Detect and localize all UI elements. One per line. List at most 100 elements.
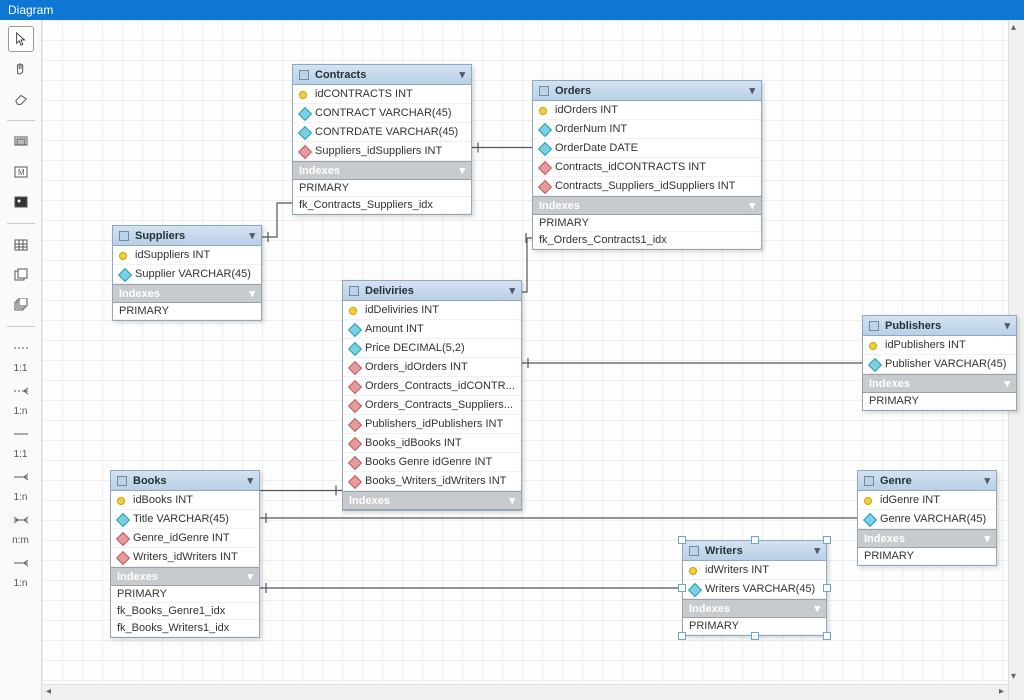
index-row[interactable]: fk_Contracts_Suppliers_idx — [293, 197, 471, 214]
chevron-down-icon[interactable]: ▾ — [249, 287, 255, 300]
selection-handle[interactable] — [678, 536, 686, 544]
entity-suppliers[interactable]: Suppliers▾idSuppliers INTSupplier VARCHA… — [112, 225, 262, 321]
column-row[interactable]: Price DECIMAL(5,2) — [343, 339, 521, 358]
entity-header[interactable]: Publishers▾ — [863, 316, 1016, 336]
entity-orders[interactable]: Orders▾idOrders INTOrderNum INTOrderDate… — [532, 80, 762, 250]
index-row[interactable]: PRIMARY — [863, 393, 1016, 410]
column-row[interactable]: idSuppliers INT — [113, 246, 261, 265]
column-row[interactable]: idBooks INT — [111, 491, 259, 510]
stack-tool[interactable] — [8, 292, 34, 318]
chevron-down-icon[interactable]: ▾ — [984, 474, 990, 487]
rel-1-n-solid-tool[interactable] — [8, 464, 34, 490]
indexes-section[interactable]: Indexes▾ — [113, 284, 261, 303]
indexes-section[interactable]: Indexes▾ — [858, 529, 996, 548]
chevron-down-icon[interactable]: ▾ — [814, 602, 820, 615]
column-row[interactable]: Orders_idOrders INT — [343, 358, 521, 377]
column-row[interactable]: Suppliers_idSuppliers INT — [293, 142, 471, 161]
index-row[interactable]: fk_Books_Genre1_idx — [111, 603, 259, 620]
index-row[interactable]: PRIMARY — [533, 215, 761, 232]
entity-header[interactable]: Deliviries▾ — [343, 281, 521, 301]
chevron-down-icon[interactable]: ▾ — [247, 570, 253, 583]
entity-header[interactable]: Genre▾ — [858, 471, 996, 491]
layer-tool[interactable] — [8, 129, 34, 155]
selection-handle[interactable] — [823, 632, 831, 640]
column-row[interactable]: Writers VARCHAR(45) — [683, 580, 826, 599]
scroll-left-icon[interactable]: ◂ — [46, 686, 51, 697]
entity-header[interactable]: Writers▾ — [683, 541, 826, 561]
column-row[interactable]: idPublishers INT — [863, 336, 1016, 355]
grid-tool[interactable] — [8, 232, 34, 258]
column-row[interactable]: idOrders INT — [533, 101, 761, 120]
column-row[interactable]: Writers_idWriters INT — [111, 548, 259, 567]
chevron-down-icon[interactable]: ▾ — [749, 84, 755, 97]
column-row[interactable]: Orders_Contracts_idCONTR... — [343, 377, 521, 396]
entity-publishers[interactable]: Publishers▾idPublishers INTPublisher VAR… — [862, 315, 1017, 411]
column-row[interactable]: Books Genre idGenre INT — [343, 453, 521, 472]
note-tool[interactable]: M — [8, 159, 34, 185]
indexes-section[interactable]: Indexes▾ — [293, 161, 471, 180]
column-row[interactable]: Amount INT — [343, 320, 521, 339]
column-row[interactable]: CONTRACT VARCHAR(45) — [293, 104, 471, 123]
selection-handle[interactable] — [751, 536, 759, 544]
eraser-tool[interactable] — [8, 86, 34, 112]
column-row[interactable]: idWriters INT — [683, 561, 826, 580]
image-tool[interactable] — [8, 189, 34, 215]
column-row[interactable]: Genre_idGenre INT — [111, 529, 259, 548]
rel-n-m-tool[interactable] — [8, 507, 34, 533]
duplicate-tool[interactable] — [8, 262, 34, 288]
index-row[interactable]: PRIMARY — [111, 586, 259, 603]
entity-header[interactable]: Contracts▾ — [293, 65, 471, 85]
column-row[interactable]: idGenre INT — [858, 491, 996, 510]
scroll-up-icon[interactable]: ▴ — [1011, 22, 1016, 33]
chevron-down-icon[interactable]: ▾ — [249, 229, 255, 242]
chevron-down-icon[interactable]: ▾ — [509, 284, 515, 297]
scroll-down-icon[interactable]: ▾ — [1011, 671, 1016, 682]
index-row[interactable]: PRIMARY — [113, 303, 261, 320]
selection-handle[interactable] — [678, 584, 686, 592]
index-row[interactable]: PRIMARY — [293, 180, 471, 197]
chevron-down-icon[interactable]: ▾ — [459, 164, 465, 177]
entity-writers[interactable]: Writers▾idWriters INTWriters VARCHAR(45)… — [682, 540, 827, 636]
chevron-down-icon[interactable]: ▾ — [1004, 319, 1010, 332]
indexes-section[interactable]: Indexes▾ — [863, 374, 1016, 393]
index-row[interactable]: fk_Orders_Contracts1_idx — [533, 232, 761, 249]
rel-1-1-solid-tool[interactable] — [8, 421, 34, 447]
selection-handle[interactable] — [751, 632, 759, 640]
column-row[interactable]: Supplier VARCHAR(45) — [113, 265, 261, 284]
chevron-down-icon[interactable]: ▾ — [1004, 377, 1010, 390]
pointer-tool[interactable] — [8, 26, 34, 52]
chevron-down-icon[interactable]: ▾ — [247, 474, 253, 487]
column-row[interactable]: idCONTRACTS INT — [293, 85, 471, 104]
scroll-right-icon[interactable]: ▸ — [999, 686, 1004, 697]
chevron-down-icon[interactable]: ▾ — [814, 544, 820, 557]
column-row[interactable]: Contracts_Suppliers_idSuppliers INT — [533, 177, 761, 196]
rel-1-n-alt-tool[interactable] — [8, 550, 34, 576]
indexes-section[interactable]: Indexes▾ — [111, 567, 259, 586]
indexes-section[interactable]: Indexes▾ — [683, 599, 826, 618]
entity-genre[interactable]: Genre▾idGenre INTGenre VARCHAR(45)Indexe… — [857, 470, 997, 566]
chevron-down-icon[interactable]: ▾ — [509, 494, 515, 507]
column-row[interactable]: Genre VARCHAR(45) — [858, 510, 996, 529]
selection-handle[interactable] — [823, 584, 831, 592]
column-row[interactable]: CONTRDATE VARCHAR(45) — [293, 123, 471, 142]
diagram-canvas[interactable]: ▴ ▾ ◂ ▸ Suppliers▾idSuppliers INTSupplie… — [42, 20, 1024, 700]
rel-1-1-tool[interactable] — [8, 335, 34, 361]
column-row[interactable]: Contracts_idCONTRACTS INT — [533, 158, 761, 177]
hand-tool[interactable] — [8, 56, 34, 82]
horizontal-scrollbar[interactable]: ◂ ▸ — [42, 684, 1008, 700]
chevron-down-icon[interactable]: ▾ — [459, 68, 465, 81]
entity-header[interactable]: Orders▾ — [533, 81, 761, 101]
entity-books[interactable]: Books▾idBooks INTTitle VARCHAR(45)Genre_… — [110, 470, 260, 638]
indexes-section[interactable]: Indexes▾ — [343, 491, 521, 510]
column-row[interactable]: Books_Writers_idWriters INT — [343, 472, 521, 491]
column-row[interactable]: Publishers_idPublishers INT — [343, 415, 521, 434]
selection-handle[interactable] — [678, 632, 686, 640]
column-row[interactable]: OrderDate DATE — [533, 139, 761, 158]
chevron-down-icon[interactable]: ▾ — [984, 532, 990, 545]
entity-header[interactable]: Books▾ — [111, 471, 259, 491]
chevron-down-icon[interactable]: ▾ — [749, 199, 755, 212]
index-row[interactable]: fk_Books_Writers1_idx — [111, 620, 259, 637]
rel-1-n-tool[interactable] — [8, 378, 34, 404]
entity-header[interactable]: Suppliers▾ — [113, 226, 261, 246]
selection-handle[interactable] — [823, 536, 831, 544]
